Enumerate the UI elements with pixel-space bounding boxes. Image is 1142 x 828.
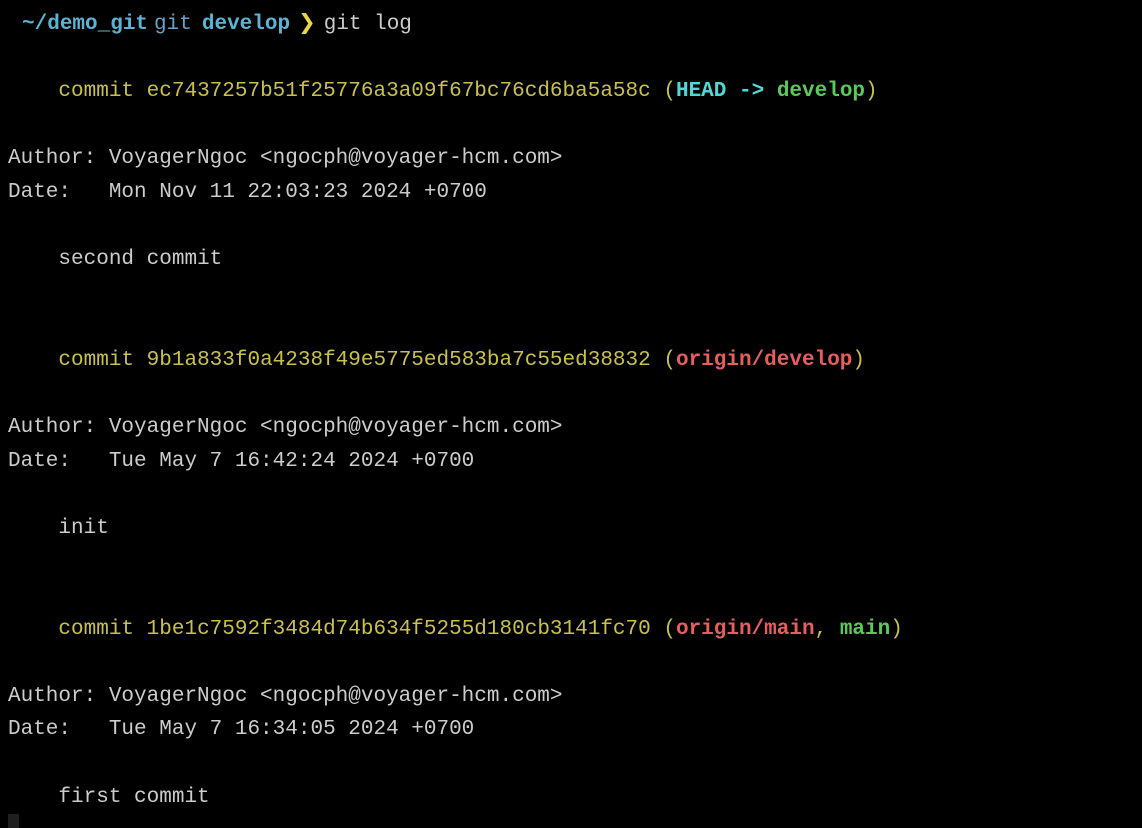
commit-hash: 9b1a833f0a4238f49e5775ed583ba7c55ed38832 (147, 349, 651, 372)
local-branch: develop (777, 80, 865, 103)
close-paren: ) (865, 80, 878, 103)
remote-branch: origin/develop (676, 349, 852, 372)
commit-keyword: commit (58, 349, 134, 372)
author-line: Author: VoyagerNgoc <ngocph@voyager-hcm.… (8, 680, 1134, 714)
date-line: Date: Mon Nov 11 22:03:23 2024 +0700 (8, 176, 1134, 210)
arrow-ref: -> (726, 80, 776, 103)
commit-line: commit 1be1c7592f3484d74b634f5255d180cb3… (8, 579, 1134, 680)
commit-line: commit ec7437257b51f25776a3a09f67bc76cd6… (8, 42, 1134, 143)
commit-message: first commit (8, 781, 1134, 815)
blank-line (8, 546, 1134, 580)
commit-hash: 1be1c7592f3484d74b634f5255d180cb3141fc70 (147, 618, 651, 641)
head-ref: HEAD (676, 80, 726, 103)
close-paren: ) (890, 618, 903, 641)
open-paren: ( (663, 618, 676, 641)
open-paren: ( (663, 349, 676, 372)
close-paren: ) (852, 349, 865, 372)
cursor (8, 814, 19, 828)
date-line: Date: Tue May 7 16:34:05 2024 +0700 (8, 713, 1134, 747)
prompt-line-next (8, 814, 1134, 828)
prompt-line: ~/ demo_git git develop ❯ git log (8, 8, 1134, 42)
open-paren: ( (663, 80, 676, 103)
commit-message: second commit (8, 243, 1134, 277)
blank-line (8, 277, 1134, 311)
commit-keyword: commit (58, 618, 134, 641)
blank-line (8, 210, 1134, 244)
date-line: Date: Tue May 7 16:42:24 2024 +0700 (8, 445, 1134, 479)
blank-line (8, 747, 1134, 781)
commit-keyword: commit (58, 80, 134, 103)
author-line: Author: VoyagerNgoc <ngocph@voyager-hcm.… (8, 411, 1134, 445)
path-tilde: ~/ (22, 8, 47, 42)
local-branch: main (840, 618, 890, 641)
terminal[interactable]: ~/ demo_git git develop ❯ git log commit… (8, 8, 1134, 828)
branch-name: develop (202, 8, 290, 42)
remote-branch: origin/main (676, 618, 815, 641)
author-line: Author: VoyagerNgoc <ngocph@voyager-hcm.… (8, 142, 1134, 176)
blank-line (8, 478, 1134, 512)
commit-line: commit 9b1a833f0a4238f49e5775ed583ba7c55… (8, 310, 1134, 411)
path-name: demo_git (47, 8, 148, 42)
command-text: git log (324, 8, 412, 42)
git-label: git (154, 8, 192, 42)
commit-message: init (8, 512, 1134, 546)
commit-hash: ec7437257b51f25776a3a09f67bc76cd6ba5a58c (147, 80, 651, 103)
ref-comma: , (815, 618, 840, 641)
prompt-arrow: ❯ (298, 8, 316, 42)
